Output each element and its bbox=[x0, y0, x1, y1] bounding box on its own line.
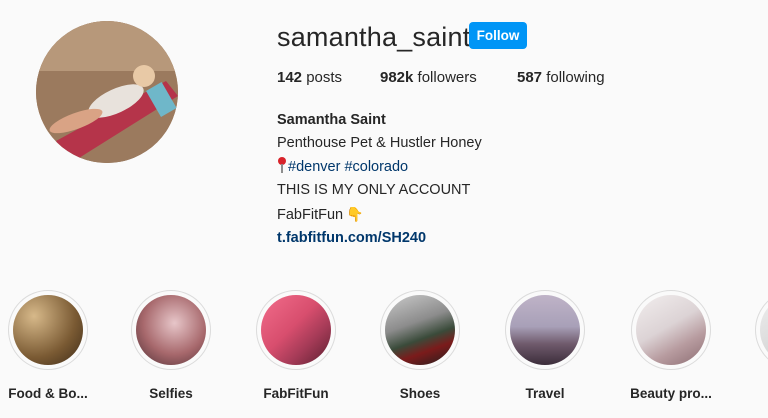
highlight-cover bbox=[261, 295, 331, 365]
full-name: Samantha Saint bbox=[277, 112, 386, 128]
highlight-fabfitfun[interactable]: FabFitFun bbox=[241, 290, 351, 401]
followers-stat[interactable]: 982k followers bbox=[380, 69, 477, 86]
highlight-label: Beauty pro... bbox=[630, 386, 712, 401]
highlight-label: Travel bbox=[525, 386, 565, 401]
bio-line-only-account: THIS IS MY ONLY ACCOUNT bbox=[277, 182, 471, 199]
round-pushpin-icon bbox=[277, 156, 287, 173]
followers-count: 982k bbox=[380, 69, 414, 86]
highlight-cover bbox=[510, 295, 580, 365]
following-stat[interactable]: 587 following bbox=[517, 69, 605, 86]
highlight-ring bbox=[131, 290, 211, 370]
highlight-label: Shoes bbox=[399, 386, 441, 401]
highlight-cover bbox=[636, 295, 706, 365]
posts-count: 142 bbox=[277, 69, 303, 86]
highlight-cover bbox=[385, 295, 455, 365]
highlight-label: FabFitFun bbox=[263, 386, 329, 401]
following-count: 587 bbox=[517, 69, 543, 86]
highlight-ring bbox=[631, 290, 711, 370]
highlight-cover bbox=[13, 295, 83, 365]
highlight-cover bbox=[760, 295, 768, 365]
followers-label: followers bbox=[417, 69, 477, 86]
highlight-food[interactable]: Food & Bo... bbox=[0, 290, 103, 401]
story-highlights: Food & Bo... Selfies FabFitFun Shoes Tra… bbox=[0, 290, 768, 418]
following-label: following bbox=[546, 69, 605, 86]
profile-website-link[interactable]: t.fabfitfun.com/SH240 bbox=[277, 227, 482, 250]
bio-line-location: #denver #colorado bbox=[277, 156, 482, 179]
hashtag-denver-link[interactable]: #denver bbox=[288, 159, 340, 175]
bio-line-tagline: Penthouse Pet & Hustler Honey bbox=[277, 135, 482, 152]
highlight-travel[interactable]: Travel bbox=[490, 290, 600, 401]
highlight-shoes[interactable]: Shoes bbox=[365, 290, 475, 401]
highlight-selfies[interactable]: Selfies bbox=[116, 290, 226, 401]
highlight-ring bbox=[8, 290, 88, 370]
highlight-ring bbox=[755, 290, 768, 370]
profile-bio: Samantha Saint Penthouse Pet & Hustler H… bbox=[277, 109, 482, 250]
username: samantha_saint bbox=[277, 22, 471, 52]
profile-avatar[interactable] bbox=[36, 21, 178, 163]
highlight-label: Selfies bbox=[149, 386, 193, 401]
avatar-photo bbox=[36, 21, 178, 163]
highlight-ring bbox=[256, 290, 336, 370]
highlight-label: Food & Bo... bbox=[8, 386, 88, 401]
highlight-cover bbox=[136, 295, 206, 365]
highlight-partial[interactable] bbox=[741, 290, 768, 386]
highlight-beauty[interactable]: Beauty pro... bbox=[616, 290, 726, 401]
follow-button[interactable]: Follow bbox=[469, 22, 527, 49]
posts-label: posts bbox=[306, 69, 343, 86]
bio-line-fabfitfun: FabFitFun 👇 bbox=[277, 203, 482, 227]
highlight-ring bbox=[505, 290, 585, 370]
hashtag-colorado-link[interactable]: #colorado bbox=[344, 159, 408, 175]
posts-stat: 142 posts bbox=[277, 69, 342, 86]
pointing-down-hand-icon: 👇 bbox=[346, 205, 364, 222]
fabfitfun-text: FabFitFun bbox=[277, 206, 344, 223]
highlight-ring bbox=[380, 290, 460, 370]
